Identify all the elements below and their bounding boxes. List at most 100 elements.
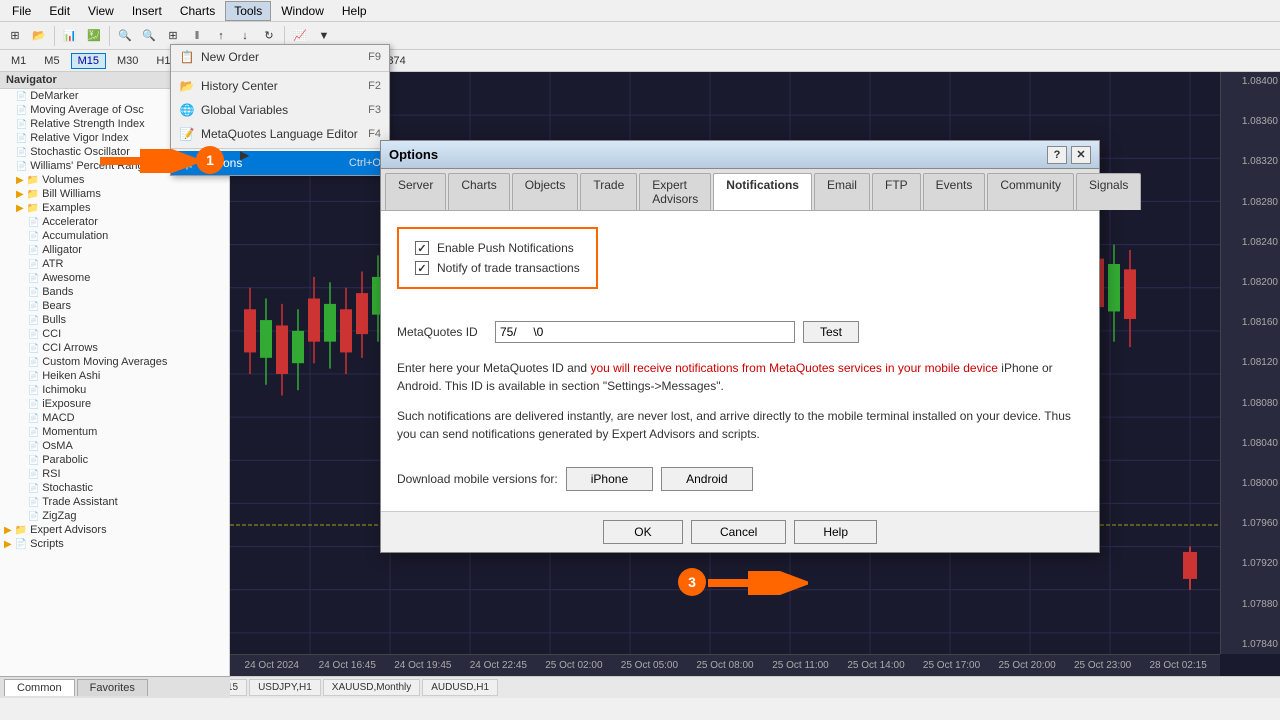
nav-zigzag[interactable]: 📄 ZigZag [0, 509, 229, 523]
tf-m30[interactable]: M30 [110, 53, 145, 69]
dialog-help-btn[interactable]: ? [1047, 146, 1067, 164]
nav-stochastic2[interactable]: 📄 Stochastic [0, 481, 229, 495]
price-7: 1.08160 [1223, 317, 1278, 328]
history-shortcut: F2 [368, 80, 381, 92]
toolbar-trading[interactable]: 💹 [83, 25, 105, 47]
time-5: 25 Oct 02:00 [536, 660, 612, 671]
price-scale: 1.08400 1.08360 1.08320 1.08280 1.08240 … [1220, 72, 1280, 654]
nav-iexposure[interactable]: 📄 iExposure [0, 397, 229, 411]
nav-bands[interactable]: 📄 Bands [0, 285, 229, 299]
notify-trade-row: Notify of trade transactions [415, 261, 580, 275]
tab-expert-advisors[interactable]: Expert Advisors [639, 173, 711, 210]
menu-edit[interactable]: Edit [41, 2, 78, 20]
dropdown-editor[interactable]: 📝 MetaQuotes Language Editor F4 [171, 122, 389, 146]
dropdown-global-vars[interactable]: 🌐 Global Variables F3 [171, 98, 389, 122]
dialog-tabs: Server Charts Objects Trade Expert Advis… [381, 169, 1099, 211]
menu-help[interactable]: Help [334, 2, 375, 20]
dropdown-options[interactable]: ⚙️ Options Ctrl+O [171, 151, 389, 175]
menu-view[interactable]: View [80, 2, 122, 20]
nav-scripts[interactable]: ▶ 📄 Scripts [0, 537, 229, 551]
tab-signals[interactable]: Signals [1076, 173, 1141, 210]
mqid-input[interactable] [495, 321, 795, 343]
nav-atr[interactable]: 📄 ATR [0, 257, 229, 271]
folder-icon-ea2: 📁 [15, 525, 27, 536]
indicator-icon: 📄 [16, 91, 27, 102]
dropdown-sep2 [171, 148, 389, 149]
toolbar-charts[interactable]: 📊 [59, 25, 81, 47]
folder-icon-ex: ▶ [16, 203, 24, 214]
dropdown-sep1 [171, 71, 389, 72]
tab-notifications[interactable]: Notifications [713, 173, 812, 210]
time-13: 28 Oct 02:15 [1140, 660, 1216, 671]
nav-accumulation[interactable]: 📄 Accumulation [0, 229, 229, 243]
tab-objects[interactable]: Objects [512, 173, 579, 210]
nav-bears[interactable]: 📄 Bears [0, 299, 229, 313]
dialog-close-btn[interactable]: ✕ [1071, 146, 1091, 164]
toolbar-new[interactable]: ⊞ [4, 25, 26, 47]
nav-parabolic[interactable]: 📄 Parabolic [0, 453, 229, 467]
tab-trade[interactable]: Trade [580, 173, 637, 210]
android-button[interactable]: Android [661, 467, 752, 491]
tab-charts[interactable]: Charts [448, 173, 509, 210]
nav-macd[interactable]: 📄 MACD [0, 411, 229, 425]
menu-charts[interactable]: Charts [172, 2, 223, 20]
nav-accelerator[interactable]: 📄 Accelerator [0, 215, 229, 229]
nav-examples[interactable]: ▶ 📁 Examples [0, 201, 229, 215]
nav-bill-williams[interactable]: ▶ 📁 Bill Williams [0, 187, 229, 201]
indicator-icon5: 📄 [16, 147, 27, 158]
symbol-audusd-h1[interactable]: AUDUSD,H1 [422, 679, 498, 696]
nav-custom-ma[interactable]: 📄 Custom Moving Averages [0, 355, 229, 369]
notify-trade-checkbox[interactable] [415, 261, 429, 275]
new-order-shortcut: F9 [368, 51, 381, 63]
nav-awesome[interactable]: 📄 Awesome [0, 271, 229, 285]
price-13: 1.07920 [1223, 558, 1278, 569]
nav-momentum[interactable]: 📄 Momentum [0, 425, 229, 439]
options-dialog[interactable]: Options ? ✕ Server Charts Objects Trade … [380, 140, 1100, 553]
indicator-icon-bands: 📄 [28, 287, 39, 298]
nav-bulls[interactable]: 📄 Bulls [0, 313, 229, 327]
tab-server[interactable]: Server [385, 173, 446, 210]
menu-bar: File Edit View Insert Charts Tools Windo… [0, 0, 1280, 22]
nav-heiken[interactable]: 📄 Heiken Ashi [0, 369, 229, 383]
time-4: 24 Oct 22:45 [461, 660, 537, 671]
help-button[interactable]: Help [794, 520, 877, 544]
indicator-icon-osma: 📄 [28, 441, 39, 452]
indicator-icon-par: 📄 [28, 455, 39, 466]
menu-tools[interactable]: Tools [225, 1, 271, 21]
tab-ftp[interactable]: FTP [872, 173, 921, 210]
enable-push-checkbox[interactable] [415, 241, 429, 255]
toolbar-zoom-out[interactable]: 🔍 [138, 25, 160, 47]
tf-m1[interactable]: M1 [4, 53, 33, 69]
symbol-usdjpy-h1[interactable]: USDJPY,H1 [249, 679, 321, 696]
toolbar-open[interactable]: 📂 [28, 25, 50, 47]
menu-window[interactable]: Window [273, 2, 332, 20]
nav-trade-assistant[interactable]: 📄 Trade Assistant [0, 495, 229, 509]
menu-file[interactable]: File [4, 2, 39, 20]
tab-events[interactable]: Events [923, 173, 986, 210]
indicator-icon-ccia: 📄 [28, 343, 39, 354]
nav-ichimoku[interactable]: 📄 Ichimoku [0, 383, 229, 397]
nav-osma[interactable]: 📄 OsMA [0, 439, 229, 453]
tab-community[interactable]: Community [987, 173, 1074, 210]
indicator-icon-ich: 📄 [28, 385, 39, 396]
tf-m15[interactable]: M15 [71, 53, 106, 69]
nav-cci-arrows[interactable]: 📄 CCI Arrows [0, 341, 229, 355]
nav-rsi2[interactable]: 📄 RSI [0, 467, 229, 481]
price-5: 1.08240 [1223, 237, 1278, 248]
cancel-button[interactable]: Cancel [691, 520, 786, 544]
ok-button[interactable]: OK [603, 520, 683, 544]
toolbar-zoom-in[interactable]: 🔍 [114, 25, 136, 47]
nav-alligator[interactable]: 📄 Alligator [0, 243, 229, 257]
nav-cci[interactable]: 📄 CCI [0, 327, 229, 341]
nav-expert-advisors[interactable]: ▶ 📁 Expert Advisors [0, 523, 229, 537]
tab-email[interactable]: Email [814, 173, 870, 210]
menu-insert[interactable]: Insert [124, 2, 170, 20]
symbol-xauusd-monthly[interactable]: XAUUSD,Monthly [323, 679, 420, 696]
download-label: Download mobile versions for: [397, 472, 558, 486]
dropdown-new-order[interactable]: 📋 New Order F9 [171, 45, 389, 69]
iphone-button[interactable]: iPhone [566, 467, 653, 491]
test-button[interactable]: Test [803, 321, 859, 343]
global-vars-shortcut: F3 [368, 104, 381, 116]
tf-m5[interactable]: M5 [37, 53, 66, 69]
dropdown-history[interactable]: 📂 History Center F2 [171, 74, 389, 98]
